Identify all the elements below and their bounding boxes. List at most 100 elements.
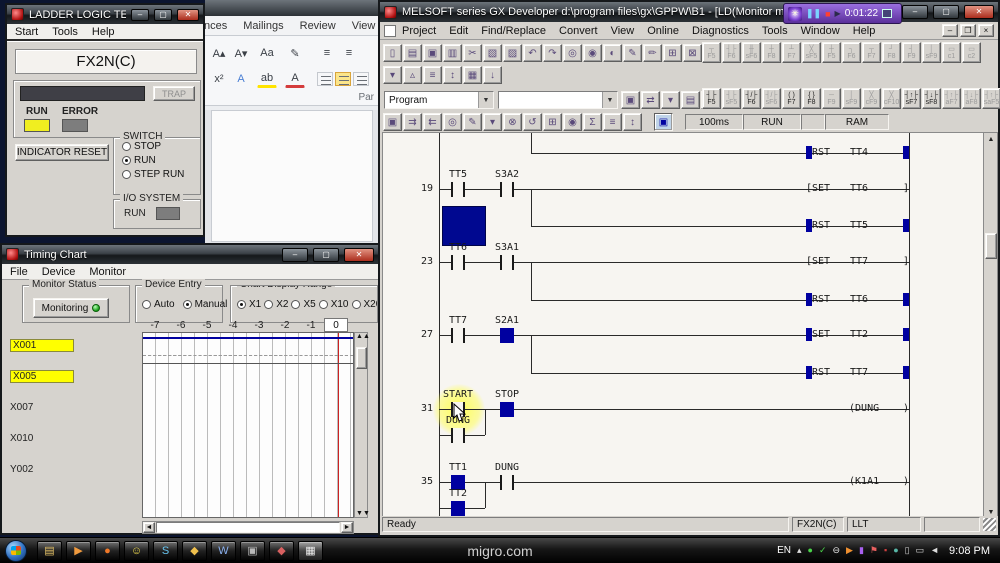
switch-radio-option[interactable]: STOP <box>122 141 200 152</box>
stop-icon[interactable]: ■ <box>825 9 830 19</box>
network-icon[interactable]: ▭ <box>916 546 925 555</box>
text-highlight-icon[interactable]: ab <box>257 70 277 88</box>
ladder-symbol-button[interactable]: ┤/├F6 <box>742 88 761 109</box>
contact-tt6[interactable] <box>451 255 465 270</box>
text-effects-icon[interactable]: A <box>231 70 251 88</box>
ladder-symbol-button[interactable]: ┤F9 <box>902 42 921 63</box>
ladder-symbol-button[interactable]: ( )F7 <box>782 88 801 109</box>
language-indicator[interactable]: EN <box>777 545 791 556</box>
toolbar-button[interactable]: ▤ <box>403 44 422 62</box>
minimize-button[interactable] <box>131 9 149 21</box>
toolbar-button[interactable]: ▯ <box>383 44 402 62</box>
display-range-radio[interactable]: X2 <box>264 299 288 310</box>
instruction-rst-tt6[interactable]: RSTTT6 <box>806 293 909 306</box>
child-minimize-button[interactable] <box>942 24 958 37</box>
chart-vertical-scrollbar[interactable]: ▲ ▼ <box>354 332 368 518</box>
ladder-symbol-button[interactable]: ╳cF9 <box>862 88 881 109</box>
taskbar-icon-word[interactable]: W <box>211 541 236 561</box>
toolbar-button[interactable]: ⇄ <box>641 91 660 109</box>
coil-dung[interactable]: DUNG <box>849 403 909 416</box>
monitor-toolbar-button[interactable]: ⊞ <box>543 113 562 131</box>
numbering-icon[interactable]: ≡ <box>339 44 359 62</box>
scroll-down-arrow[interactable]: ▼ <box>356 510 370 517</box>
toolbar-button[interactable]: ▵ <box>403 66 422 84</box>
toolbar-button[interactable]: ▣ <box>423 44 442 62</box>
chart-horizontal-scrollbar[interactable] <box>142 521 354 534</box>
contact-tt5[interactable] <box>451 182 465 197</box>
font-color-icon[interactable]: A <box>285 70 305 88</box>
word-ribbon-tab[interactable]: View <box>352 20 376 32</box>
menu-item[interactable]: Start <box>15 26 38 38</box>
menu-item[interactable]: Tools <box>52 26 78 38</box>
monitor-toolbar-button[interactable]: ◎ <box>443 113 462 131</box>
signal-label[interactable]: X007 <box>10 402 33 413</box>
device-label-combo[interactable]: ▼ <box>498 91 618 109</box>
idm-icon[interactable]: ● <box>808 546 813 555</box>
ladder-tool-titlebar[interactable]: LADDER LOGIC TEST TO... <box>7 5 203 24</box>
taskbar-icon-app-gray[interactable]: ▣ <box>240 541 265 561</box>
toolbar-button[interactable]: ▥ <box>443 44 462 62</box>
taskbar-icon-messenger[interactable]: ☺ <box>124 541 149 561</box>
timing-plot[interactable] <box>142 332 354 518</box>
program-type-combo[interactable]: Program▼ <box>384 91 494 109</box>
ladder-editor[interactable]: RSTTT4 19 TT5 S3A2 SETTT6 RSTTT5 23 TT6 <box>382 132 998 520</box>
toolbar-button[interactable]: ↶ <box>523 44 542 62</box>
monitor-toolbar-button[interactable]: ✎ <box>463 113 482 131</box>
taskbar-icon-explorer[interactable]: ▤ <box>37 541 62 561</box>
ladder-symbol-button[interactable]: ┬F5 <box>702 42 721 63</box>
toolbar-button[interactable]: ▾ <box>661 91 680 109</box>
scroll-left-arrow[interactable] <box>143 522 155 533</box>
coil-k1a1[interactable]: K1A1 <box>849 476 909 489</box>
ladder-symbol-button[interactable]: ┤↓├aF8 <box>962 88 981 109</box>
superscript-icon[interactable]: x² <box>209 70 229 88</box>
start-button[interactable] <box>5 540 27 562</box>
status-minus-icon[interactable]: ⊖ <box>833 546 841 555</box>
signal-label[interactable]: X005 <box>10 370 74 383</box>
ladder-symbol-button[interactable]: ╳cF10 <box>882 88 901 109</box>
ladder-symbol-button[interactable]: ┤↑├saF5 <box>982 88 1000 109</box>
toolbar-button[interactable]: ▾ <box>383 66 402 84</box>
ladder-symbol-button[interactable]: │sF9 <box>922 42 941 63</box>
taskbar-icon-skype[interactable]: S <box>153 541 178 561</box>
gx-menu-item[interactable]: Project <box>402 25 436 37</box>
ladder-symbol-button[interactable]: ▭c1 <box>942 42 961 63</box>
scroll-up-arrow[interactable]: ▲ <box>356 333 370 340</box>
ladder-vertical-scrollbar[interactable] <box>983 133 997 519</box>
instruction-rst-tt5[interactable]: RSTTT5 <box>806 219 909 232</box>
contact-stop-energized[interactable] <box>500 402 514 417</box>
menu-item[interactable]: Device <box>42 266 76 278</box>
trap-button[interactable]: TRAP <box>153 86 195 101</box>
ladder-symbol-button[interactable]: ┐F6 <box>842 42 861 63</box>
contact-s3a1[interactable] <box>500 255 514 270</box>
taskbar-icon-photo-viewer[interactable]: ◆ <box>182 541 207 561</box>
ladder-symbol-button[interactable]: ╫sF6 <box>742 42 761 63</box>
signal-label[interactable]: Y002 <box>10 464 33 475</box>
menu-item[interactable]: Help <box>92 26 115 38</box>
instruction-rst-tt4[interactable]: RSTTT4 <box>806 146 909 159</box>
contact-tt7[interactable] <box>451 328 465 343</box>
child-restore-button[interactable] <box>960 24 976 37</box>
toolbar-button[interactable]: ▦ <box>463 66 482 84</box>
menu-item[interactable]: File <box>10 266 28 278</box>
contact-s3a2[interactable] <box>500 182 514 197</box>
ladder-symbol-button[interactable]: { }F8 <box>802 88 821 109</box>
gx-menu-item[interactable]: View <box>611 25 635 37</box>
minimize-button[interactable] <box>282 248 308 262</box>
change-case-icon[interactable]: Aa <box>257 44 277 62</box>
instruction-set-tt2[interactable]: SETTT2 <box>806 328 909 341</box>
scrollbar-trough[interactable] <box>156 522 340 533</box>
ladder-symbol-button[interactable]: ┤├F5 <box>702 88 721 109</box>
toolbar-button[interactable]: ▨ <box>503 44 522 62</box>
monitor-toolbar-button[interactable]: ≡ <box>603 113 622 131</box>
switch-radio-option[interactable]: RUN <box>122 155 200 166</box>
taskbar-icon-firefox[interactable]: ● <box>95 541 120 561</box>
monitor-toolbar-button[interactable]: ◉ <box>563 113 582 131</box>
ladder-symbol-button[interactable]: ▭c2 <box>962 42 981 63</box>
ladder-symbol-button[interactable]: ┴F7 <box>782 42 801 63</box>
taskbar-icon-gx-developer[interactable]: ▦ <box>298 541 323 561</box>
display-range-radio[interactable]: X10 <box>319 299 349 310</box>
gx-menu-item[interactable]: Convert <box>559 25 598 37</box>
clipboard-icon[interactable]: ▯ <box>905 546 910 555</box>
child-close-button[interactable] <box>978 24 994 37</box>
toolbar-button[interactable]: ⊞ <box>663 44 682 62</box>
